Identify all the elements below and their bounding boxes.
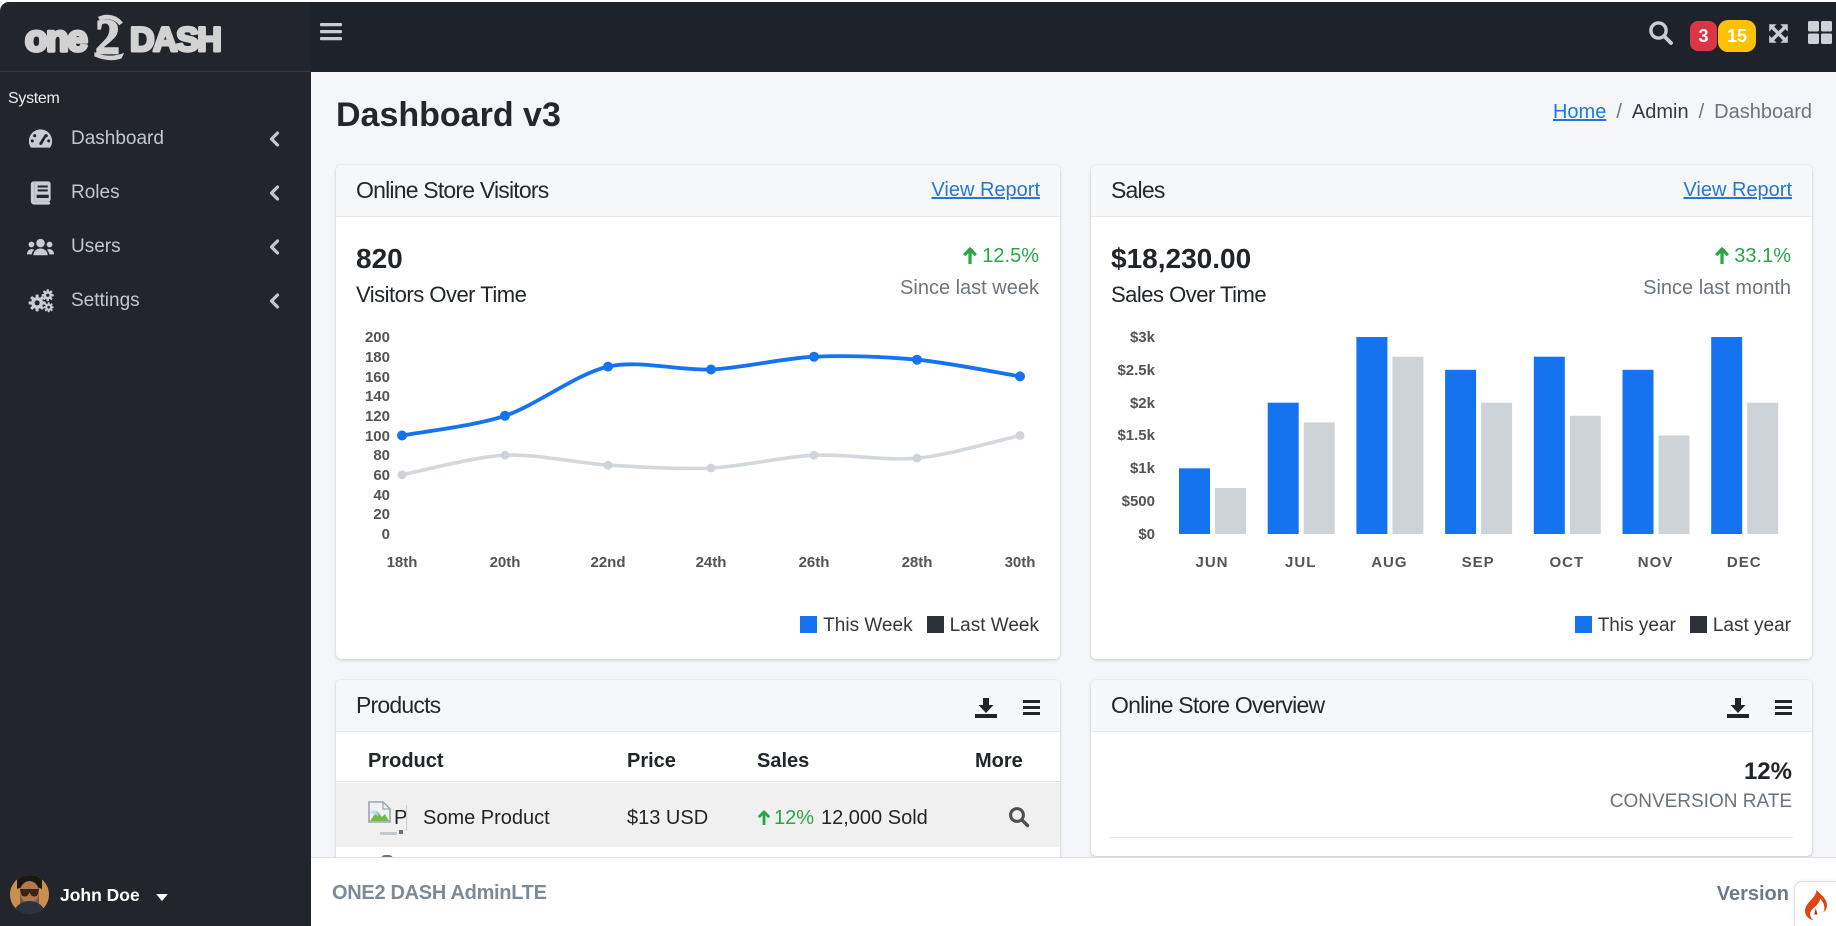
svg-text:60: 60 xyxy=(373,467,390,484)
svg-text:30th: 30th xyxy=(1005,554,1036,571)
svg-text:JUN: JUN xyxy=(1195,554,1228,571)
svg-text:$3k: $3k xyxy=(1130,329,1156,346)
svg-text:OCT: OCT xyxy=(1549,554,1584,571)
svg-text:22nd: 22nd xyxy=(590,554,625,571)
svg-text:$1.5k: $1.5k xyxy=(1117,427,1155,444)
svg-text:DEC: DEC xyxy=(1727,554,1762,571)
svg-text:26th: 26th xyxy=(799,554,830,571)
svg-text:AUG: AUG xyxy=(1371,554,1407,571)
svg-text:120: 120 xyxy=(365,408,390,425)
svg-text:18th: 18th xyxy=(387,554,418,571)
svg-text:200: 200 xyxy=(365,329,390,346)
svg-text:JUL: JUL xyxy=(1285,554,1316,571)
svg-text:160: 160 xyxy=(365,369,390,386)
svg-text:SEP: SEP xyxy=(1462,554,1495,571)
svg-text:140: 140 xyxy=(365,388,390,405)
svg-text:20: 20 xyxy=(373,506,390,523)
svg-text:$0: $0 xyxy=(1138,526,1155,543)
svg-text:one: one xyxy=(25,18,87,59)
svg-text:NOV: NOV xyxy=(1638,554,1674,571)
svg-text:40: 40 xyxy=(373,487,390,504)
svg-text:$2k: $2k xyxy=(1130,395,1156,412)
svg-text:0: 0 xyxy=(382,526,390,543)
svg-text:20th: 20th xyxy=(490,554,521,571)
svg-text:80: 80 xyxy=(373,447,390,464)
svg-text:100: 100 xyxy=(365,428,390,445)
svg-text:$2.5k: $2.5k xyxy=(1117,362,1155,379)
svg-text:28th: 28th xyxy=(902,554,933,571)
svg-text:$500: $500 xyxy=(1122,493,1155,510)
svg-text:24th: 24th xyxy=(696,554,727,571)
svg-text:DASH: DASH xyxy=(130,21,220,59)
svg-text:$1k: $1k xyxy=(1130,460,1156,477)
svg-text:180: 180 xyxy=(365,349,390,366)
